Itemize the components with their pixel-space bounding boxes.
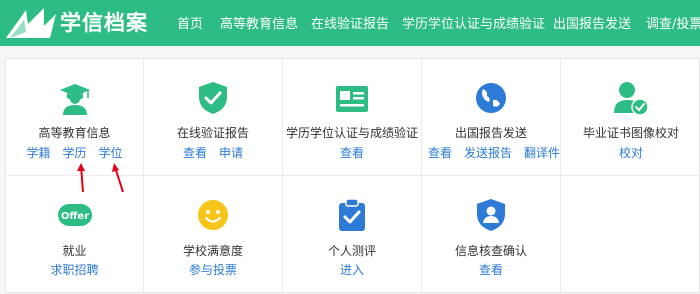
offer-icon: Offer — [57, 204, 92, 226]
card-diploma-check: 毕业证书图像校对 校对 — [561, 59, 700, 176]
card-school-satisfaction: 学校满意度 参与投票 — [144, 176, 283, 294]
nav-higher-education[interactable]: 高等教育信息 — [220, 13, 298, 32]
card-links: 查看 申请 — [144, 144, 282, 161]
nav-abroad-report[interactable]: 出国报告发送 — [553, 13, 631, 32]
link-student-status[interactable]: 学籍 — [26, 146, 50, 160]
card-title: 在线验证报告 — [176, 126, 249, 140]
card-personal-assessment: 个人测评 进入 — [283, 176, 422, 294]
card-title: 毕业证书图像校对 — [582, 126, 679, 140]
globe-icon — [476, 83, 506, 113]
link-view[interactable]: 查看 — [479, 263, 503, 277]
nav-online-verification[interactable]: 在线验证报告 — [311, 13, 389, 32]
card-links: 参与投票 — [144, 261, 282, 278]
link-proofread[interactable]: 校对 — [619, 146, 643, 160]
link-education[interactable]: 学历 — [62, 146, 86, 160]
card-title: 就业 — [62, 244, 87, 258]
card-online-verification: 在线验证报告 查看 申请 — [144, 59, 283, 176]
link-apply[interactable]: 申请 — [219, 146, 243, 160]
service-panel: 高等教育信息 学籍 学历 学位 在线验证报告 查看 申请 学历学位认证与成绩验证 查看 — [5, 58, 700, 294]
top-bar: 学信档案 首页 高等教育信息 在线验证报告 学历学位认证与成绩验证 出国报告发送… — [0, 0, 700, 46]
link-view[interactable]: 查看 — [183, 146, 207, 160]
card-title: 高等教育信息 — [38, 126, 111, 140]
card-links: 校对 — [561, 144, 700, 161]
nav-survey[interactable]: 调查/投票 — [646, 13, 700, 32]
link-view[interactable]: 查看 — [340, 146, 364, 160]
user-check-icon — [614, 82, 649, 115]
card-title: 出国报告发送 — [454, 126, 527, 140]
annotation-arrow-icon — [112, 163, 124, 193]
link-enter[interactable]: 进入 — [340, 263, 364, 277]
card-higher-education: 高等教育信息 学籍 学历 学位 — [6, 59, 144, 176]
clipboard-check-icon — [339, 198, 365, 231]
link-view[interactable]: 查看 — [428, 146, 452, 160]
link-send-report[interactable]: 发送报告 — [464, 146, 512, 160]
card-links: 进入 — [283, 261, 421, 278]
certificate-icon — [336, 86, 368, 112]
card-title: 学校满意度 — [182, 244, 243, 258]
shield-check-icon — [199, 82, 227, 114]
card-info-verification: 信息核查确认 查看 — [422, 176, 561, 294]
graduate-icon — [59, 84, 90, 115]
link-job-recruit[interactable]: 求职招聘 — [50, 263, 98, 277]
card-abroad-report: 出国报告发送 查看 发送报告 翻译件 — [422, 59, 561, 176]
card-links: 查看 — [422, 261, 560, 278]
card-title: 个人测评 — [327, 244, 376, 258]
card-title: 信息核查确认 — [454, 244, 527, 258]
user-shield-icon — [477, 199, 505, 231]
card-degree-certification: 学历学位认证与成绩验证 查看 — [283, 59, 422, 176]
nav-home[interactable]: 首页 — [177, 13, 203, 32]
annotation-arrow-icon — [77, 163, 85, 193]
card-links: 查看 发送报告 翻译件 — [422, 144, 560, 161]
nav-degree-certification[interactable]: 学历学位认证与成绩验证 — [402, 13, 545, 32]
main-nav: 首页 高等教育信息 在线验证报告 学历学位认证与成绩验证 出国报告发送 调查/投… — [0, 0, 700, 46]
card-title: 学历学位认证与成绩验证 — [285, 126, 418, 140]
card-links: 学籍 学历 学位 — [6, 144, 143, 161]
link-degree[interactable]: 学位 — [99, 146, 123, 160]
card-links: 查看 — [283, 144, 421, 161]
card-empty — [561, 176, 700, 294]
smiley-icon — [198, 200, 228, 230]
card-links: 求职招聘 — [6, 261, 143, 278]
link-vote[interactable]: 参与投票 — [189, 263, 237, 277]
link-translation[interactable]: 翻译件 — [524, 146, 560, 160]
offer-icon-text: Offer — [60, 211, 88, 222]
